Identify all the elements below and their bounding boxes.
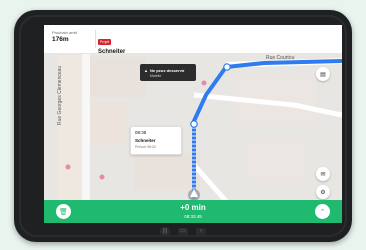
chat-icon: ✉ xyxy=(320,171,326,178)
warning-icon: ▲ xyxy=(144,68,148,73)
home-icon[interactable]: ▭ xyxy=(178,228,188,235)
warning-callout[interactable]: ▲ Ne peux desservir Matelle xyxy=(140,64,196,81)
warning-subtitle: Matelle xyxy=(150,74,162,78)
destination-info: Projet Schneiter xyxy=(98,30,125,57)
next-stop-distance: 176m xyxy=(52,36,69,43)
stop-note: Prévue 08:32 xyxy=(135,145,156,149)
street-label-top-right: Rue Courtou xyxy=(266,55,295,61)
gear-icon: ⚙ xyxy=(320,189,326,196)
eta-delay: +0 min xyxy=(180,203,206,212)
bottom-bar: 🗑 +0 min 08:33:45 ⌃ xyxy=(44,200,342,223)
next-stop-info: Prochain arrêt 176m xyxy=(52,30,92,44)
stop-name: Schneiter xyxy=(135,138,156,143)
chevron-up-icon: ⌃ xyxy=(319,208,326,216)
header: Prochain arrêt 176m Projet Schneiter xyxy=(44,25,342,57)
destination-tag: Projet xyxy=(98,39,112,45)
chat-button[interactable]: ✉ xyxy=(316,167,330,181)
street-label-left: Rue Georges Clemenceau xyxy=(57,65,63,125)
layers-button[interactable]: ▤ xyxy=(316,67,330,81)
recent-apps-icon[interactable]: ||| xyxy=(160,228,170,235)
back-icon[interactable]: ‹ xyxy=(196,228,206,235)
warning-title: Ne peux desservir xyxy=(150,68,185,73)
tablet-nav-buttons: ||| ▭ ‹ xyxy=(160,228,206,238)
settings-button[interactable]: ⚙ xyxy=(316,185,330,199)
stop-card[interactable]: 08:35 Schneiter Prévue 08:32 xyxy=(130,126,182,155)
map[interactable] xyxy=(44,25,342,223)
expand-button[interactable]: ⌃ xyxy=(315,204,330,219)
stop-time: 08:35 xyxy=(135,130,147,135)
header-divider xyxy=(95,30,96,48)
eta-time: 08:33:45 xyxy=(184,214,202,219)
destination-name: Schneiter xyxy=(98,49,126,55)
screen: Rue Georges Clemenceau Rue Courtou Proch… xyxy=(44,25,342,223)
layers-icon: ▤ xyxy=(320,71,326,78)
